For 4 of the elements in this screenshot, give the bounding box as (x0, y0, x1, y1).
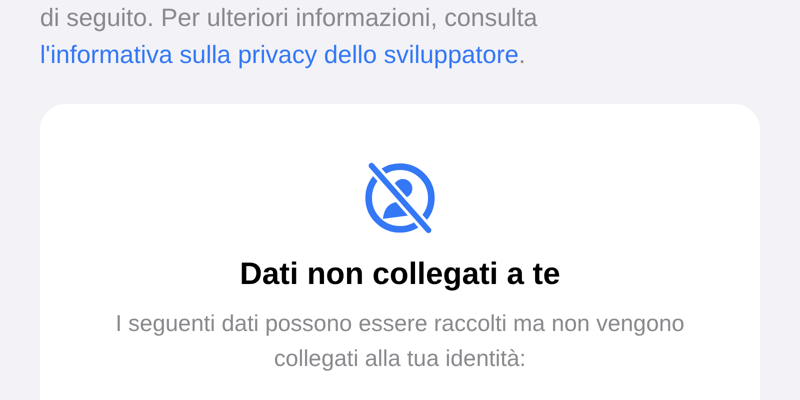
intro-paragraph: di seguito. Per ulteriori informazioni, consulta l'informativa sulla privacy dello sviluppatore. (40, 3, 538, 71)
card-title: Dati non collegati a te (240, 256, 560, 292)
privacy-policy-link[interactable]: l'informativa sulla privacy dello sviluppatore (40, 41, 519, 69)
card-description: I seguenti dati possono essere raccolti ma non vengono collegati alla tua identità: (114, 309, 686, 373)
